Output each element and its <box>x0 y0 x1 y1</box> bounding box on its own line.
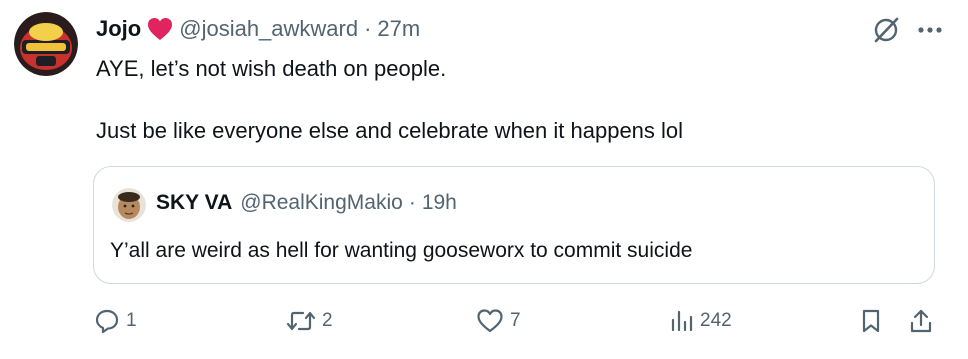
bookmark-icon <box>862 309 880 333</box>
views-button[interactable]: 242 <box>670 308 732 334</box>
reply-icon <box>95 309 119 334</box>
repost-count: 2 <box>322 310 333 331</box>
view-count: 242 <box>700 310 732 331</box>
heart-emoji-icon <box>147 17 173 41</box>
tweet-text-line2: Just be like everyone else and celebrate… <box>96 118 684 143</box>
repost-button[interactable]: 2 <box>286 308 333 334</box>
like-button[interactable]: 7 <box>476 308 521 334</box>
quoted-avatar-image <box>112 188 146 222</box>
views-icon <box>671 310 693 332</box>
quoted-tweet[interactable]: SKY VA @RealKingMakio · 19h Y’all are we… <box>93 166 935 284</box>
quoted-text: Y’all are weird as hell for wanting goos… <box>110 239 693 262</box>
tweet-text-line1: AYE, let’s not wish death on people. <box>96 56 447 81</box>
avatar-image <box>14 12 78 76</box>
like-count: 7 <box>510 310 521 331</box>
quoted-timestamp: 19h <box>421 191 457 214</box>
reply-count: 1 <box>126 310 137 331</box>
timestamp[interactable]: 27m <box>377 16 420 42</box>
action-bar: 1 2 7 242 <box>0 308 968 344</box>
quoted-separator: · <box>408 191 416 214</box>
more-icon[interactable] <box>916 25 944 35</box>
quoted-avatar[interactable] <box>112 188 146 222</box>
top-actions <box>872 16 944 44</box>
tweet-header: Jojo @josiah_awkward · 27m <box>96 14 420 44</box>
quoted-handle: @RealKingMakio <box>240 191 403 214</box>
quoted-display-name: SKY VA <box>156 191 233 214</box>
share-icon <box>910 309 932 333</box>
bookmark-button[interactable] <box>860 308 882 334</box>
display-name[interactable]: Jojo <box>96 16 141 42</box>
reply-button[interactable]: 1 <box>94 308 137 334</box>
like-icon <box>477 309 503 333</box>
separator: · <box>364 16 372 41</box>
share-button[interactable] <box>908 308 934 334</box>
handle[interactable]: @josiah_awkward <box>179 16 358 42</box>
quoted-header: SKY VA @RealKingMakio · 19h <box>156 191 457 215</box>
avatar[interactable] <box>14 12 78 76</box>
grok-icon[interactable] <box>872 16 900 44</box>
repost-icon <box>286 311 316 331</box>
